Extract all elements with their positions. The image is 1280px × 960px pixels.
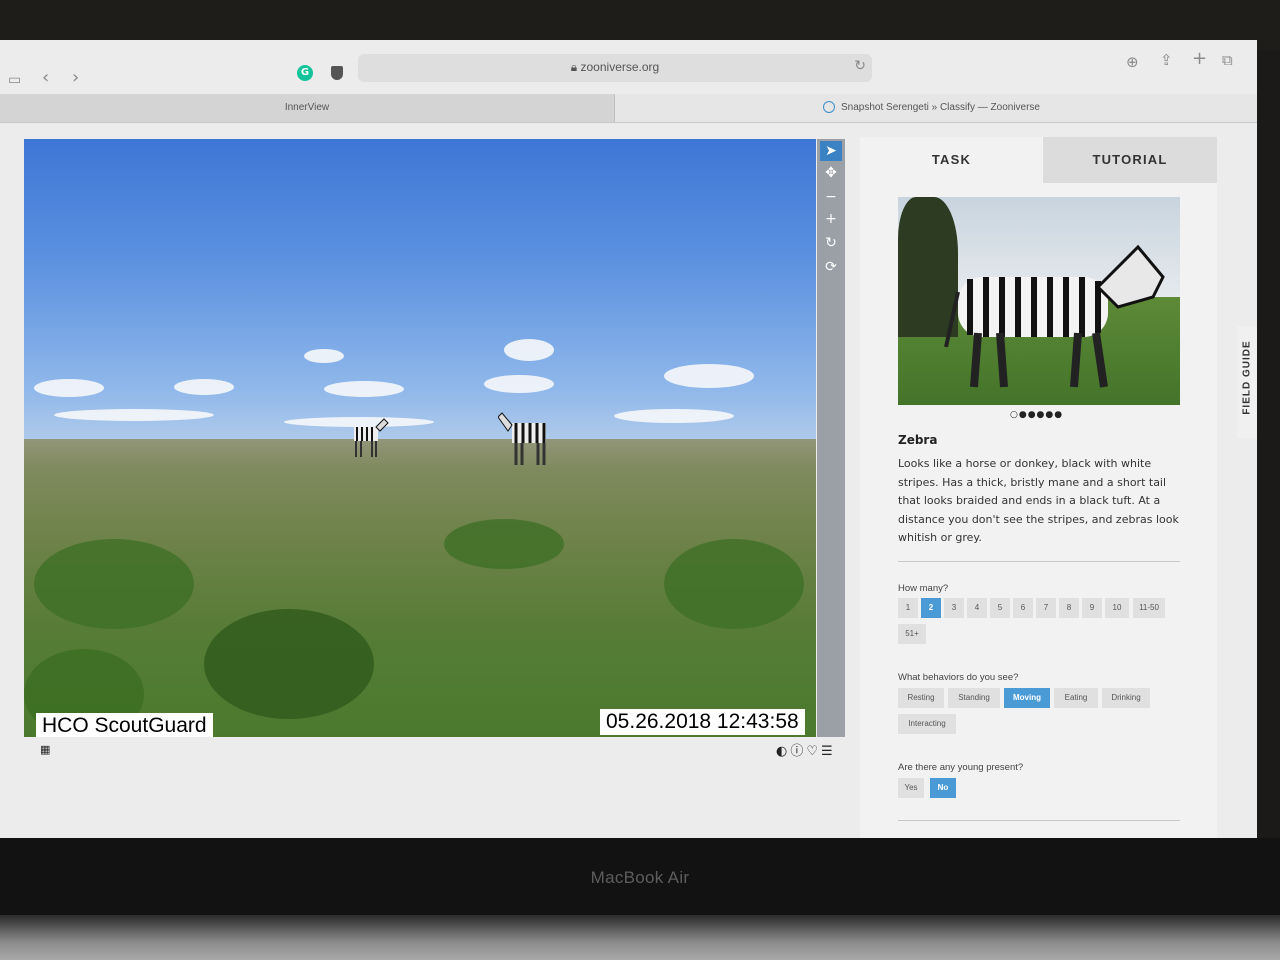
image-bush (204, 609, 374, 719)
young-option[interactable]: No (930, 778, 956, 798)
how-many-option[interactable]: 7 (1036, 598, 1056, 618)
invert-icon[interactable]: ◐ (776, 744, 790, 759)
young-option[interactable]: Yes (898, 778, 924, 798)
behaviors-question: What behaviors do you see? (898, 672, 1019, 683)
pointer-icon[interactable]: ➤ (820, 141, 842, 161)
how-many-option[interactable]: 3 (944, 598, 964, 618)
image-cloud (614, 409, 734, 423)
forward-icon[interactable]: › (72, 68, 79, 88)
image-bush (664, 539, 804, 629)
image-cloud (54, 409, 214, 421)
behaviors-option[interactable]: Interacting (898, 714, 956, 734)
reset-icon[interactable]: ⟳ (820, 257, 842, 277)
zebra-example-image (898, 197, 1180, 405)
laptop-brand-label: MacBook Air (590, 868, 690, 887)
tab-overview-icon[interactable]: ⧉ (1222, 50, 1233, 70)
how-many-option[interactable]: 1 (898, 598, 918, 618)
image-cloud (324, 381, 404, 397)
how-many-option[interactable]: 6 (1013, 598, 1033, 618)
image-cloud (664, 364, 754, 388)
young-question: Are there any young present? (898, 762, 1024, 773)
tab-label: Snapshot Serengeti » Classify — Zooniver… (841, 102, 1040, 113)
how-many-option[interactable]: 51+ (898, 624, 926, 644)
lock-icon: 🔒︎ (570, 60, 578, 74)
animal-description: Looks like a horse or donkey, black with… (898, 457, 1179, 544)
how-many-option[interactable]: 10 (1105, 598, 1129, 618)
address-bar[interactable]: 🔒︎ zooniverse.org ↻ (358, 54, 872, 82)
divider (898, 561, 1180, 562)
zebra-figure (354, 418, 389, 457)
how-many-option[interactable]: 8 (1059, 598, 1079, 618)
behaviors-option[interactable]: Standing (948, 688, 1000, 708)
viewer-toolbar: ➤ ✥ − + ↻ ⟳ (817, 139, 845, 737)
behaviors-option[interactable]: Moving (1004, 688, 1050, 708)
zoom-out-icon[interactable]: − (820, 187, 842, 207)
image-cloud (484, 375, 554, 393)
image-cloud (174, 379, 234, 395)
reload-icon[interactable]: ↻ (854, 58, 866, 74)
image-cloud (34, 379, 104, 397)
privacy-shield-icon[interactable] (331, 66, 343, 80)
grid-view-icon[interactable]: ▦ (40, 743, 50, 756)
zebra-figure (944, 244, 1165, 388)
share-icon[interactable]: ⇪ (1160, 50, 1173, 70)
laptop-base (0, 915, 1280, 960)
zooniverse-favicon-icon (823, 101, 835, 114)
browser-toolbar: ▭ ‹ › G 🔒︎ zooniverse.org ↻ ⊕ ⇪ + ⧉ (0, 40, 1257, 94)
tab-tutorial[interactable]: TUTORIAL (1043, 137, 1217, 183)
task-panel: TASK TUTORIAL ○●●●●● Zebra Looks like a … (860, 137, 1217, 838)
tab-bar: InnerView Snapshot Serengeti » Classify … (0, 94, 1257, 123)
image-bush (444, 519, 564, 569)
zebra-figure (498, 412, 546, 465)
zoom-in-icon[interactable]: + (820, 209, 842, 229)
subject-actions: ◐ⓘ♡☰ (776, 740, 836, 759)
camera-label: HCO ScoutGuard (36, 713, 213, 737)
sidebar-icon[interactable]: ▭ (8, 70, 21, 90)
image-bush (34, 539, 194, 629)
move-icon[interactable]: ✥ (820, 163, 842, 183)
favorite-heart-icon[interactable]: ♡ (806, 744, 821, 759)
how-many-option[interactable]: 2 (921, 598, 941, 618)
behaviors-option[interactable]: Drinking (1102, 688, 1150, 708)
subject-image[interactable]: HCO ScoutGuard 05.26.2018 12:43:58 (24, 139, 816, 737)
how-many-option[interactable]: 11-50 (1133, 598, 1165, 618)
tab-task[interactable]: TASK (860, 137, 1043, 183)
laptop-screen: ▭ ‹ › G 🔒︎ zooniverse.org ↻ ⊕ ⇪ + ⧉ Inne… (0, 40, 1257, 838)
page-content: HCO ScoutGuard 05.26.2018 12:43:58 ➤ ✥ −… (0, 123, 1257, 838)
tab-innerview[interactable]: InnerView (0, 94, 615, 122)
collections-list-icon[interactable]: ☰ (821, 744, 836, 759)
field-guide-label: FIELD GUIDE (1241, 340, 1253, 415)
tab-snapshot-serengeti[interactable]: Snapshot Serengeti » Classify — Zooniver… (615, 94, 1257, 122)
url-text: zooniverse.org (580, 60, 660, 74)
info-icon[interactable]: ⓘ (790, 744, 806, 759)
image-cloud (304, 349, 344, 363)
field-guide-tab[interactable]: FIELD GUIDE (1237, 326, 1257, 438)
new-tab-icon[interactable]: + (1192, 49, 1207, 69)
how-many-question: How many? (898, 583, 949, 594)
how-many-option[interactable]: 4 (967, 598, 987, 618)
how-many-option[interactable]: 5 (990, 598, 1010, 618)
tab-label: InnerView (284, 102, 330, 113)
carousel-dots[interactable]: ○●●●●● (1010, 410, 1063, 420)
how-many-option[interactable]: 9 (1082, 598, 1102, 618)
rotate-icon[interactable]: ↻ (820, 233, 842, 253)
behaviors-option[interactable]: Resting (898, 688, 944, 708)
animal-name: Zebra (898, 433, 938, 447)
grammarly-icon[interactable]: G (297, 65, 313, 81)
behaviors-option[interactable]: Eating (1054, 688, 1098, 708)
image-cloud (504, 339, 554, 361)
image-sky (24, 139, 816, 449)
download-icon[interactable]: ⊕ (1126, 52, 1139, 72)
back-icon[interactable]: ‹ (42, 68, 49, 88)
image-timestamp: 05.26.2018 12:43:58 (600, 709, 805, 735)
divider (898, 820, 1180, 821)
